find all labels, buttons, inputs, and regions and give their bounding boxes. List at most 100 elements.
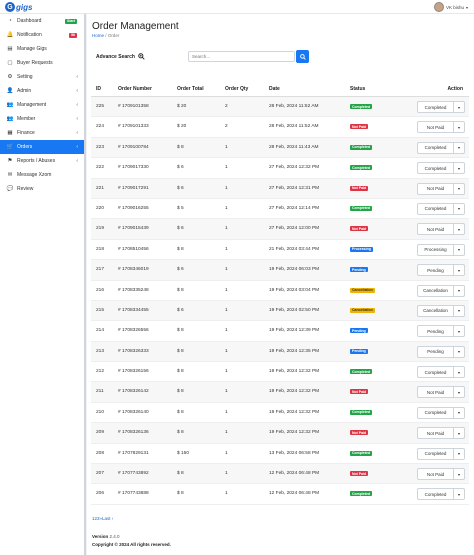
caret-down-icon[interactable]: ▾: [454, 387, 464, 397]
message-icon: ✉: [7, 172, 13, 178]
caret-down-icon[interactable]: ▾: [454, 489, 464, 499]
cell-id: 224: [96, 124, 105, 130]
sidebar-item-setting[interactable]: ⚙ Setting ‹: [0, 70, 84, 84]
caret-down-icon[interactable]: ▾: [454, 102, 464, 112]
status-action-dropdown[interactable]: Pending ▾: [417, 264, 465, 277]
cell-order-total: $ 6: [177, 185, 184, 191]
action-label[interactable]: Not Paid: [418, 469, 454, 480]
action-label[interactable]: Completed: [418, 102, 454, 112]
action-label[interactable]: Completed: [418, 203, 454, 214]
breadcrumb-home[interactable]: Home: [92, 33, 104, 38]
status-action-dropdown[interactable]: Pending ▾: [417, 325, 465, 338]
action-label[interactable]: Cancellation: [418, 285, 454, 296]
header-status[interactable]: Status: [350, 86, 365, 92]
sidebar-item-review[interactable]: 💬 Review: [0, 182, 84, 196]
status-action-dropdown[interactable]: Completed ▾: [417, 406, 465, 419]
brand-logo[interactable]: G gigs: [5, 2, 32, 12]
cell-order-number: # 1708326333: [118, 348, 149, 354]
caret-down-icon[interactable]: ▾: [454, 265, 464, 275]
action-label[interactable]: Pending: [418, 346, 454, 357]
sidebar-item-management[interactable]: 👥 Management ‹: [0, 98, 84, 112]
caret-down-icon[interactable]: ▾: [454, 306, 464, 316]
action-label[interactable]: Processing: [418, 244, 454, 255]
status-action-dropdown[interactable]: Not Paid ▾: [417, 427, 465, 440]
action-label[interactable]: Pending: [418, 326, 454, 337]
cell-order-total: $ 8: [177, 328, 184, 334]
sidebar-item-notification[interactable]: 🔔 Notification 56: [0, 28, 84, 42]
caret-down-icon[interactable]: ▾: [454, 245, 464, 255]
header-order-number[interactable]: Order Number: [118, 86, 152, 92]
caret-down-icon[interactable]: ▾: [454, 469, 464, 479]
status-action-dropdown[interactable]: Pending ▾: [417, 345, 465, 358]
search-button[interactable]: [296, 50, 309, 63]
pagination[interactable]: 123»Last ›: [92, 516, 113, 521]
action-label[interactable]: Not Paid: [418, 183, 454, 194]
cell-id: 225: [96, 104, 105, 109]
sidebar-item-buyer-requests[interactable]: ▢ Buyer Requests: [0, 56, 84, 70]
sidebar-item-dashboard[interactable]: ◔ Dashboard Start: [0, 14, 84, 28]
chevron-left-icon: ‹: [76, 130, 78, 136]
header-date[interactable]: Date: [269, 86, 280, 92]
status-action-dropdown[interactable]: Completed ▾: [417, 101, 465, 113]
avatar[interactable]: [433, 2, 444, 12]
advance-search-toggle[interactable]: Advance Search: [96, 53, 145, 60]
cell-order-qty: 1: [225, 328, 228, 334]
status-action-dropdown[interactable]: Completed ▾: [417, 488, 465, 501]
sidebar-item-manage-gigs[interactable]: ▤ Manage Gigs: [0, 42, 84, 56]
sidebar-item-label: Orders: [17, 144, 33, 150]
table-row: 214 # 1708326556 $ 8 1 19 Feb, 2024 12:39 PM…: [91, 321, 469, 342]
caret-down-icon[interactable]: ▾: [454, 224, 464, 234]
caret-down-icon[interactable]: ▾: [454, 428, 464, 438]
caret-down-icon[interactable]: ▾: [454, 286, 464, 296]
user-name: VK bishu: [445, 4, 464, 10]
search-input[interactable]: [188, 51, 295, 62]
action-label[interactable]: Completed: [418, 448, 454, 459]
status-action-dropdown[interactable]: Not Paid ▾: [417, 182, 465, 195]
action-label[interactable]: Pending: [418, 265, 454, 276]
status-action-dropdown[interactable]: Completed ▾: [417, 447, 465, 460]
action-label[interactable]: Cancellation: [418, 305, 454, 316]
action-label[interactable]: Not Paid: [418, 122, 454, 133]
sidebar-item-reports-abuses[interactable]: ⚑ Reports / Abuses ‹: [0, 154, 84, 168]
caret-down-icon[interactable]: ▾: [454, 143, 464, 153]
status-action-dropdown[interactable]: Completed ▾: [417, 141, 465, 154]
caret-down-icon[interactable]: ▾: [454, 326, 464, 336]
status-action-dropdown[interactable]: Not Paid ▾: [417, 121, 465, 134]
action-label[interactable]: Completed: [418, 407, 454, 418]
caret-down-icon[interactable]: ▾: [454, 449, 464, 459]
header-order-qty[interactable]: Order Qty: [225, 86, 248, 92]
caret-down-icon[interactable]: ▾: [454, 163, 464, 173]
sidebar-item-member[interactable]: 👥 Member ‹: [0, 112, 84, 126]
status-action-dropdown[interactable]: Cancellation ▾: [417, 284, 465, 297]
status-action-dropdown[interactable]: Not Paid ▾: [417, 386, 465, 399]
user-menu[interactable]: VK bishu ▾: [433, 2, 468, 12]
header-order-total[interactable]: Order Total: [177, 86, 204, 92]
action-label[interactable]: Completed: [418, 489, 454, 500]
status-action-dropdown[interactable]: Not Paid ▾: [417, 468, 465, 481]
status-action-dropdown[interactable]: Completed ▾: [417, 366, 465, 379]
action-label[interactable]: Not Paid: [418, 387, 454, 398]
sidebar-item-admin[interactable]: 👤 Admin ‹: [0, 84, 84, 98]
sidebar-item-finance[interactable]: ▦ Finance ‹: [0, 126, 84, 140]
sidebar-item-orders[interactable]: 🛒 Orders ‹: [0, 140, 84, 154]
action-label[interactable]: Not Paid: [418, 428, 454, 439]
action-label[interactable]: Completed: [418, 367, 454, 378]
caret-down-icon[interactable]: ▾: [454, 347, 464, 357]
header-id[interactable]: ID: [96, 86, 101, 92]
status-action-dropdown[interactable]: Not Paid ▾: [417, 223, 465, 236]
bell-icon: 🔔: [6, 32, 14, 38]
status-action-dropdown[interactable]: Cancellation ▾: [417, 304, 465, 317]
caret-down-icon[interactable]: ▾: [454, 204, 464, 214]
caret-down-icon[interactable]: ▾: [454, 184, 464, 194]
caret-down-icon[interactable]: ▾: [454, 122, 464, 132]
action-label[interactable]: Completed: [418, 163, 454, 174]
caret-down-icon[interactable]: ▾: [454, 367, 464, 377]
sidebar-item-message-xzom[interactable]: ✉ Message Xzom: [0, 168, 84, 182]
status-action-dropdown[interactable]: Completed ▾: [417, 162, 465, 175]
action-label[interactable]: Not Paid: [418, 224, 454, 235]
caret-down-icon[interactable]: ▾: [454, 408, 464, 418]
action-label[interactable]: Completed: [418, 142, 454, 153]
status-action-dropdown[interactable]: Completed ▾: [417, 202, 465, 215]
status-action-dropdown[interactable]: Processing ▾: [417, 243, 465, 256]
table-row: 216 # 1708335248 $ 8 1 19 Feb, 2024 03:04 PM…: [91, 281, 469, 301]
